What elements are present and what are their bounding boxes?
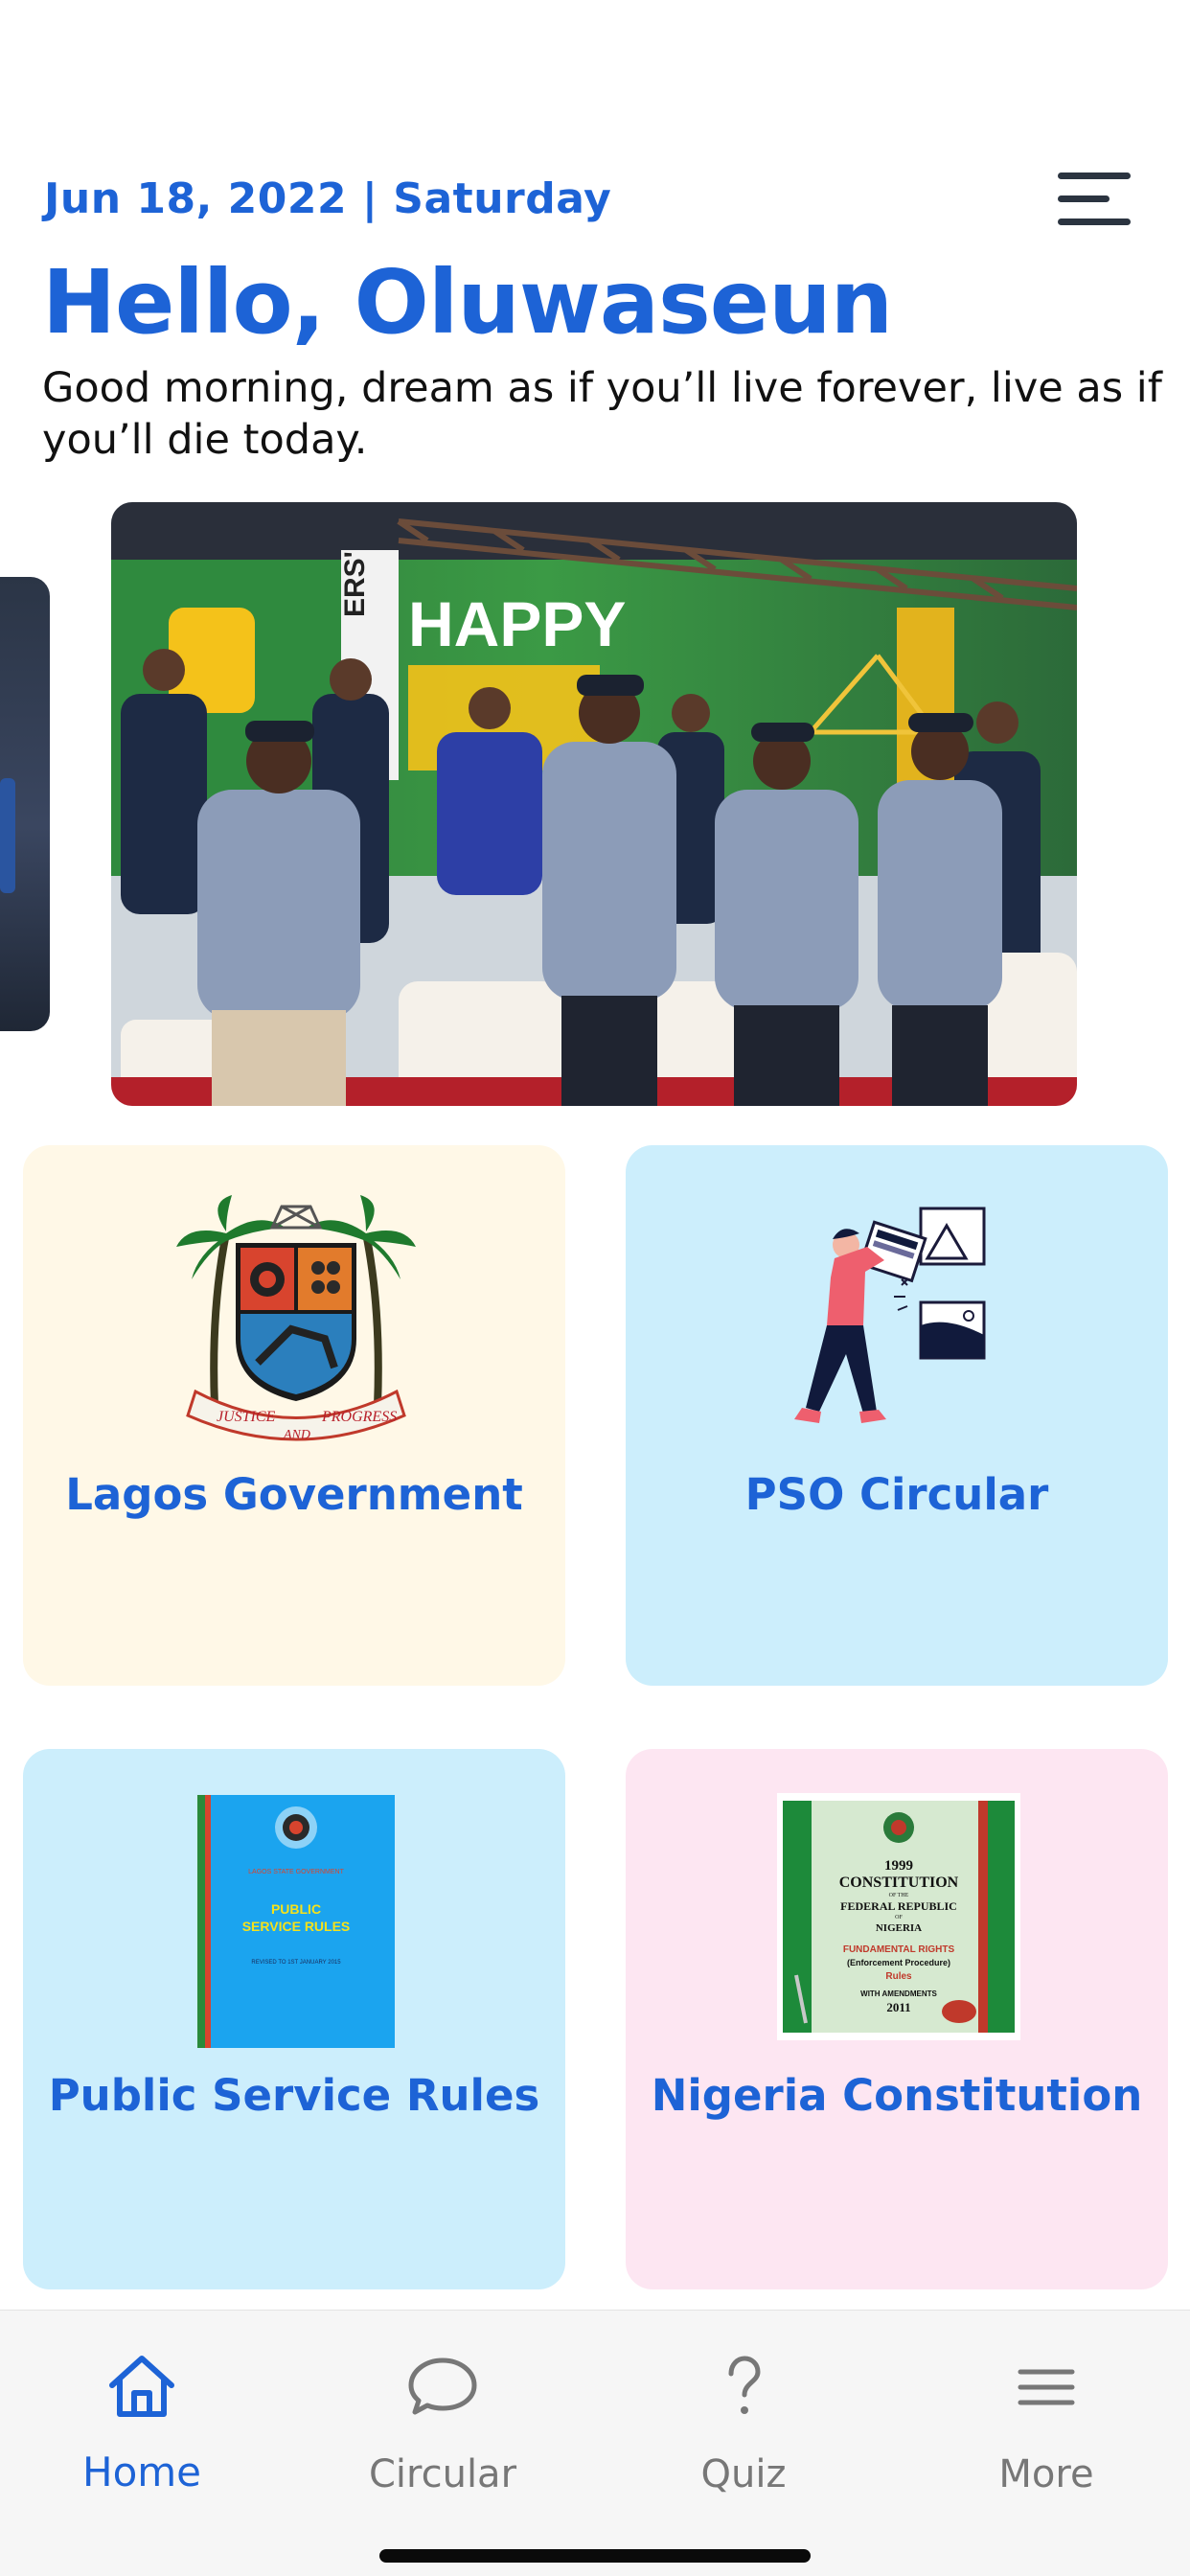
card-label: Lagos Government [65,1469,523,1520]
bottom-nav-bar: Home Circular Quiz More [0,2310,1190,2576]
nav-home-label: Home [81,2449,202,2496]
card-label: Public Service Rules [48,2070,540,2121]
nc-cover-line3: OF THE [889,1893,909,1898]
lagos-coat-of-arms: JUSTICE AND PROGRESS [176,1195,416,1448]
card-pso-circular[interactable]: PSO Circular [626,1145,1168,1686]
person-carrying-frames-illustration [779,1191,1018,1444]
nav-circular-label: Circular [368,2452,517,2496]
nav-more-label: More [998,2452,1094,2496]
nav-home[interactable]: Home [36,2339,247,2512]
psr-cover-line1: LAGOS STATE GOVERNMENT [248,1869,344,1875]
card-label: PSO Circular [744,1469,1049,1520]
motto-and: AND [283,1428,310,1442]
svg-text:ERS': ERS' [339,551,371,617]
nc-cover-line9: Rules [885,1971,912,1982]
hamburger-menu-icon[interactable] [1058,171,1131,228]
daily-quote: Good morning, dream as if you’ll live fo… [42,364,1162,464]
nav-more[interactable]: More [941,2339,1152,2512]
nav-circular[interactable]: Circular [337,2339,548,2512]
nc-cover-line2: CONSTITUTION [839,1874,959,1891]
banner-carousel-slide[interactable]: ERS' HAPPY [111,502,1077,1106]
card-label: Nigeria Constitution [651,2070,1143,2121]
motto-justice: JUSTICE [217,1409,276,1425]
psr-cover-line2: PUBLIC [271,1901,321,1917]
carousel-previous-slide[interactable] [0,577,50,1031]
constitution-book-cover: 1999 CONSTITUTION OF THE FEDERAL REPUBLI… [777,1793,1020,2044]
question-mark-icon [728,2356,761,2414]
date-text: Jun 18, 2022 [44,174,348,223]
nc-cover-line5: OF [895,1915,903,1920]
date-separator: | [361,174,378,223]
menu-lines-icon [1018,2369,1075,2405]
nc-cover-line8: (Enforcement Procedure) [847,1958,950,1967]
event-photo: ERS' HAPPY [111,502,1077,1106]
public-service-rules-book-cover: LAGOS STATE GOVERNMENT PUBLIC SERVICE RU… [197,1795,395,2052]
home-icon [109,2356,174,2417]
nc-cover-line6: NIGERIA [876,1922,922,1934]
chat-bubble-icon [408,2358,477,2415]
nav-quiz[interactable]: Quiz [638,2339,849,2512]
banner-sign-text: HAPPY [408,588,626,659]
nav-quiz-label: Quiz [700,2452,787,2496]
nc-cover-line7: FUNDAMENTAL RIGHTS [843,1944,955,1955]
card-public-service-rules[interactable]: LAGOS STATE GOVERNMENT PUBLIC SERVICE RU… [23,1749,565,2289]
nc-cover-line11: 2011 [886,2000,910,2014]
card-lagos-government[interactable]: JUSTICE AND PROGRESS Lagos Government [23,1145,565,1686]
home-indicator-bar[interactable] [379,2549,811,2563]
nc-cover-line4: FEDERAL REPUBLIC [840,1899,957,1913]
greeting-title: Hello, Oluwaseun [42,251,893,354]
motto-progress: PROGRESS [321,1409,397,1425]
nc-cover-line10: WITH AMENDMENTS [860,1990,937,1998]
date-line: Jun 18, 2022 | Saturday [44,174,611,223]
card-nigeria-constitution[interactable]: 1999 CONSTITUTION OF THE FEDERAL REPUBLI… [626,1749,1168,2289]
weekday-text: Saturday [393,174,612,223]
psr-cover-line3: SERVICE RULES [242,1919,351,1934]
psr-cover-line4: REVISED TO 1ST JANUARY 2015 [251,1960,341,1966]
nc-cover-line1: 1999 [884,1858,913,1874]
